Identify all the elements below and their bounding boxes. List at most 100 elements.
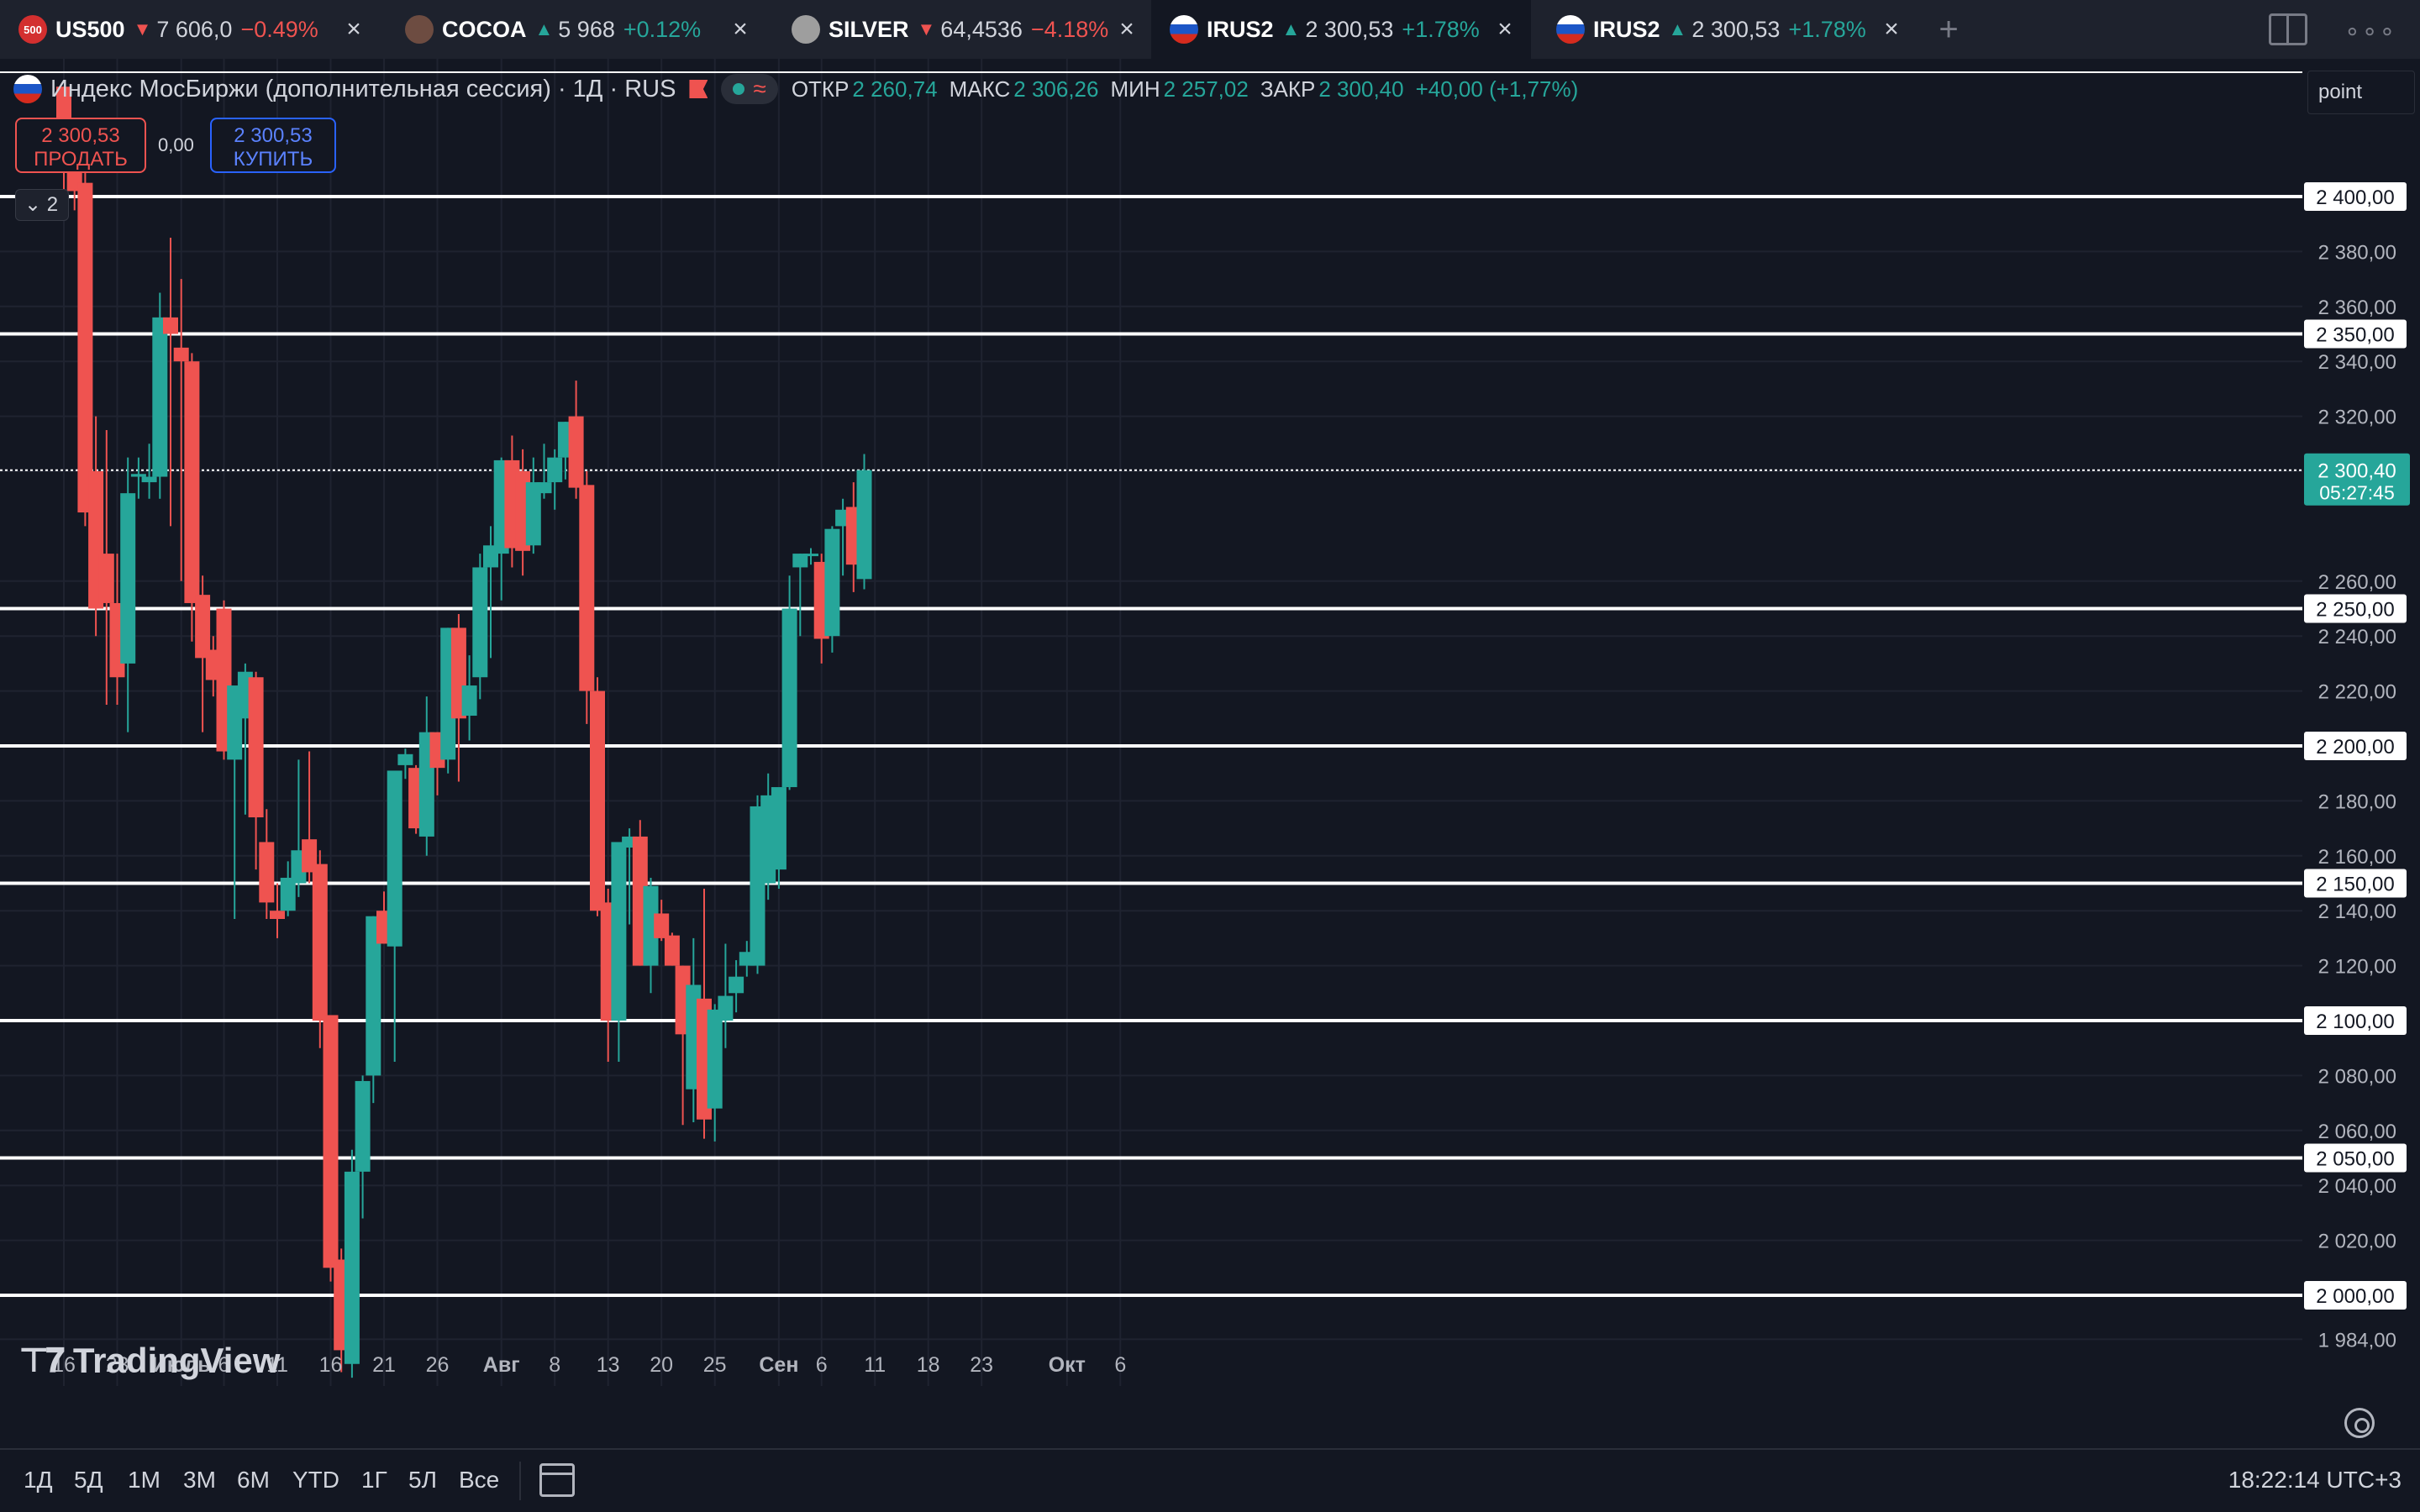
time-tick-label: Сен — [759, 1353, 798, 1377]
candle-body — [77, 182, 93, 513]
candle-body — [729, 976, 744, 994]
tab-symbol: SILVER — [829, 16, 909, 42]
buy-button[interactable]: 2 300,53 КУПИТЬ — [210, 118, 336, 173]
close-tab-icon[interactable]: × — [726, 15, 755, 44]
go-to-date-icon[interactable] — [539, 1463, 575, 1497]
candle-body — [536, 482, 552, 494]
candle-body — [387, 770, 402, 947]
time-tick-label: 8 — [549, 1353, 560, 1377]
level-label: 2 000,00 — [2316, 1285, 2394, 1308]
range-button-1[interactable]: 5Д — [74, 1467, 103, 1494]
tab-price: 7 606,0 — [156, 16, 233, 42]
status-pill[interactable]: ≈ — [721, 74, 778, 104]
tab-change: +0.12% — [623, 16, 702, 42]
price-tick-label: 2 140,00 — [2318, 900, 2396, 923]
buy-label: КУПИТЬ — [233, 148, 313, 171]
price-tick-label: 2 260,00 — [2318, 571, 2396, 594]
candle-body — [173, 347, 189, 362]
tab-cocoa-1[interactable]: COCOA ▲ 5 968 +0.12% × — [387, 0, 766, 59]
candle-body — [461, 685, 477, 717]
candle-body — [547, 457, 563, 483]
tab-irus2-3[interactable]: IRUS2 ▲ 2 300,53 +1.78% × — [1151, 0, 1531, 59]
level-label: 2 350,00 — [2316, 324, 2394, 347]
tab-irus2-4[interactable]: IRUS2 ▲ 2 300,53 +1.78% × — [1538, 0, 1918, 59]
range-button-2[interactable]: 1М — [128, 1467, 160, 1494]
symbol-logo-icon: 500 — [18, 15, 47, 44]
candle-body — [664, 935, 680, 966]
tab-us500-0[interactable]: 500 US500 ▼ 7 606,0 −0.49% × — [0, 0, 380, 59]
price-tick-label: 2 240,00 — [2318, 626, 2396, 648]
chart-settings-icon[interactable] — [2344, 1408, 2375, 1438]
high-label: МАКС — [949, 76, 1011, 102]
close-value: 2 300,40 — [1318, 76, 1404, 102]
range-button-0[interactable]: 1Д — [24, 1467, 53, 1494]
open-label: ОТКР — [791, 76, 850, 102]
candle-body — [654, 913, 670, 938]
range-button-7[interactable]: 5Л — [408, 1467, 437, 1494]
candle-body — [270, 911, 285, 920]
candle-body — [184, 361, 200, 603]
price-chart[interactable]: 2 400,00 2 380,00 2 360,00 2 340,00 2 320,00… — [0, 59, 2420, 1448]
symbol-logo-icon — [405, 15, 434, 44]
candle-body — [163, 317, 178, 334]
toolbar-separator — [519, 1462, 521, 1500]
time-tick-label: 18 — [917, 1353, 940, 1377]
close-tab-icon[interactable]: × — [1491, 15, 1519, 44]
time-tick-label: 20 — [650, 1353, 673, 1377]
candle-body — [771, 787, 786, 870]
close-label: ЗАКР — [1260, 76, 1316, 102]
candle-body — [98, 554, 114, 603]
tab-symbol: US500 — [55, 16, 125, 42]
chevron-down-icon: ⌄ — [24, 193, 42, 216]
more-icon[interactable]: ∘∘∘ — [2344, 17, 2396, 46]
range-button-3[interactable]: 3М — [183, 1467, 216, 1494]
tab-change: −0.49% — [240, 16, 318, 42]
flag-marker-icon[interactable] — [689, 80, 708, 98]
candle-body — [803, 554, 818, 557]
arrow-up-icon: ▲ — [1281, 18, 1301, 39]
spread-value: 0,00 — [158, 134, 194, 155]
close-tab-icon[interactable]: × — [1877, 15, 1906, 44]
time-tick-label: 25 — [703, 1353, 727, 1377]
tradingview-watermark: ⊤𝟕 TradingView — [18, 1341, 280, 1381]
arrow-down-icon: ▼ — [133, 18, 152, 39]
candle-body — [397, 753, 413, 765]
symbol-title[interactable]: Индекс МосБиржи (дополнительная сессия) … — [50, 76, 676, 103]
tab-bar: 500 US500 ▼ 7 606,0 −0.49% × COCOA ▲ 5 968 +0.12%… — [0, 0, 2420, 59]
candle-body — [568, 416, 584, 488]
symbol-logo-icon — [792, 15, 820, 44]
level-label: 2 050,00 — [2316, 1148, 2394, 1171]
candle-body — [195, 595, 211, 659]
sell-price: 2 300,53 — [41, 124, 120, 147]
candle-body — [130, 474, 146, 477]
candle-body — [312, 864, 328, 1021]
candle-body — [707, 1009, 723, 1109]
wave-icon: ≈ — [753, 76, 766, 102]
candle-body — [579, 485, 595, 691]
symbol-legend: Индекс МосБиржи (дополнительная сессия) … — [13, 74, 1590, 104]
price-tick-label: 2 340,00 — [2318, 351, 2396, 374]
sell-button[interactable]: 2 300,53 ПРОДАТЬ — [15, 118, 146, 173]
price-tick-label: 2 320,00 — [2318, 407, 2396, 429]
range-button-5[interactable]: YTD — [292, 1467, 339, 1494]
close-tab-icon[interactable]: × — [1113, 15, 1141, 44]
range-button-8[interactable]: Все — [459, 1467, 499, 1494]
open-value: 2 260,74 — [852, 76, 938, 102]
close-tab-icon[interactable]: × — [339, 15, 368, 44]
drawing-search-input[interactable] — [2307, 71, 2415, 114]
indicators-collapse-button[interactable]: ⌄ 2 — [15, 189, 69, 221]
clock[interactable]: 18:22:14 UTC+3 — [2228, 1467, 2402, 1494]
candle-body — [120, 493, 136, 664]
level-label: 2 250,00 — [2316, 599, 2394, 622]
candle-body — [355, 1080, 371, 1172]
price-tick-label: 2 120,00 — [2318, 956, 2396, 979]
price-tick-label: 2 060,00 — [2318, 1121, 2396, 1143]
layout-icon[interactable] — [2269, 13, 2307, 45]
range-button-6[interactable]: 1Г — [361, 1467, 387, 1494]
add-tab-icon[interactable]: + — [1931, 12, 1966, 47]
price-tick-label: 2 180,00 — [2318, 790, 2396, 813]
last-price-label: 2 300,40 — [2317, 460, 2396, 483]
tab-silver-2[interactable]: SILVER ▼ 64,4536 −4.18% × — [773, 0, 1153, 59]
range-button-4[interactable]: 6М — [237, 1467, 270, 1494]
low-value: 2 257,02 — [1163, 76, 1249, 102]
